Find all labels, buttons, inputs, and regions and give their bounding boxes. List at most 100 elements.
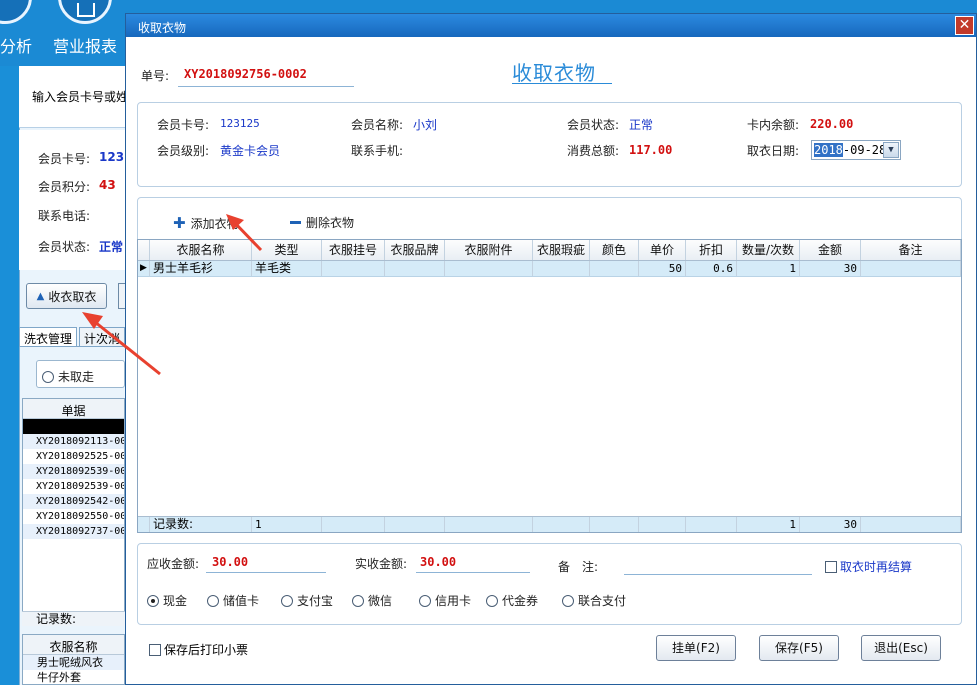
- item-list-row[interactable]: 牛仔外套: [23, 670, 124, 685]
- payment-option-label: 微信: [368, 594, 393, 608]
- item-list[interactable]: 衣服名称 男士呢绒风衣 牛仔外套: [22, 634, 125, 685]
- order-list-item[interactable]: XY2018092113-00: [23, 419, 124, 434]
- bg-card-label: 会员卡号:: [38, 152, 91, 166]
- cell-amount[interactable]: 30: [800, 261, 861, 276]
- column-header[interactable]: 单价: [639, 240, 686, 260]
- tab-count-consume[interactable]: 计次消: [79, 327, 125, 347]
- payment-option-label: 代金券: [502, 594, 539, 608]
- arrow-up-icon: ▲: [36, 290, 45, 302]
- tab-wash-management[interactable]: 洗衣管理: [19, 327, 78, 347]
- note-input[interactable]: [624, 574, 812, 575]
- bg-points-label: 会员积分:: [38, 180, 91, 194]
- received-underline: [416, 572, 530, 573]
- cell-discount[interactable]: 0.6: [686, 261, 737, 276]
- grid-header: 衣服名称 类型 衣服挂号 衣服品牌 衣服附件 衣服瑕疵 颜色 单价 折扣 数量/次数 金额 备注: [138, 240, 961, 261]
- member-name-value: 小刘: [413, 118, 438, 132]
- dialog-titlebar: 收取衣物 ✕: [126, 14, 976, 37]
- footer-empty: [861, 517, 961, 532]
- print-receipt-checkbox[interactable]: 保存后打印小票: [149, 641, 248, 658]
- payment-option[interactable]: 联合支付: [562, 592, 626, 609]
- cell-tag[interactable]: [322, 261, 385, 276]
- settle-later-checkbox[interactable]: 取衣时再结算: [825, 558, 912, 575]
- order-list-item[interactable]: XY2018092113-00: [23, 434, 124, 449]
- payment-option[interactable]: 代金券: [486, 592, 538, 609]
- payment-option[interactable]: 储值卡: [207, 592, 259, 609]
- order-number-value: XY2018092756-0002: [184, 67, 307, 81]
- grid-footer: 记录数: 1 1 30: [138, 516, 961, 532]
- cell-name[interactable]: 男士羊毛衫: [150, 261, 252, 276]
- search-hint[interactable]: 输入会员卡号或姓: [32, 88, 128, 105]
- clothes-grid[interactable]: 衣服名称 类型 衣服挂号 衣服品牌 衣服附件 衣服瑕疵 颜色 单价 折扣 数量/次数 金额 备注 ▶ …: [137, 239, 962, 533]
- radio-not-taken[interactable]: 未取走: [42, 368, 94, 385]
- footer-empty: [385, 517, 445, 532]
- column-header[interactable]: 颜色: [590, 240, 639, 260]
- column-header[interactable]: 衣服名称: [150, 240, 252, 260]
- member-name-label: 会员名称:: [351, 118, 404, 132]
- column-header[interactable]: 衣服挂号: [322, 240, 385, 260]
- pickup-date-picker[interactable]: 2018-09-28 ▼: [811, 140, 901, 160]
- chevron-down-icon[interactable]: ▼: [883, 142, 899, 158]
- grid-row[interactable]: ▶ 男士羊毛衫 羊毛类 50 0.6 1 30: [138, 261, 961, 277]
- save-button[interactable]: 保存(F5): [759, 635, 839, 661]
- cell-qty[interactable]: 1: [737, 261, 800, 276]
- column-header[interactable]: 衣服品牌: [385, 240, 445, 260]
- footer-amount: 30: [800, 517, 861, 532]
- radio-circle-icon: [562, 594, 574, 607]
- cell-price[interactable]: 50: [639, 261, 686, 276]
- receivable-label: 应收金额:: [147, 557, 200, 571]
- order-list-item[interactable]: XY2018092737-00: [23, 524, 124, 539]
- pickup-button[interactable]: ▲ 收衣取衣: [26, 283, 107, 309]
- order-list-item[interactable]: XY2018092550-00: [23, 509, 124, 524]
- radio-circle-icon: [147, 594, 159, 607]
- cell-accessory[interactable]: [445, 261, 533, 276]
- payment-option-label: 联合支付: [578, 594, 627, 608]
- nav-analysis-label: 分析: [0, 37, 33, 56]
- nav-report-label[interactable]: 营业报表: [53, 33, 117, 57]
- payment-option[interactable]: 支付宝: [281, 592, 333, 609]
- received-value[interactable]: 30.00: [420, 555, 456, 569]
- order-list-item[interactable]: XY2018092539-00: [23, 479, 124, 494]
- column-header[interactable]: 折扣: [686, 240, 737, 260]
- member-status-value: 正常: [629, 118, 654, 132]
- pickup-button-label: 收衣取衣: [48, 289, 97, 304]
- column-header[interactable]: 备注: [861, 240, 961, 260]
- order-list-item[interactable]: XY2018092539-00: [23, 464, 124, 479]
- payment-option-label: 支付宝: [297, 594, 334, 608]
- cell-color[interactable]: [590, 261, 639, 276]
- item-list-row[interactable]: 男士呢绒风衣: [23, 655, 124, 670]
- column-header[interactable]: 衣服瑕疵: [533, 240, 590, 260]
- bg-points-value: 43: [99, 178, 116, 192]
- payment-option[interactable]: 现金: [147, 592, 187, 609]
- bg-status-label: 会员状态:: [38, 240, 91, 254]
- order-list-item[interactable]: XY2018092542-00: [23, 494, 124, 509]
- radio-circle-icon: [281, 594, 293, 607]
- order-number-underline: [178, 86, 354, 87]
- add-clothes-button[interactable]: ✚ 添加衣物: [173, 214, 239, 232]
- column-header[interactable]: 金额: [800, 240, 861, 260]
- pickup-date-label: 取衣日期:: [747, 144, 800, 158]
- payment-option[interactable]: 微信: [352, 592, 392, 609]
- delete-clothes-button[interactable]: 删除衣物: [290, 214, 354, 231]
- close-icon[interactable]: ✕: [955, 16, 974, 35]
- footer-indicator: [138, 517, 150, 532]
- hang-order-button[interactable]: 挂单(F2): [656, 635, 736, 661]
- heading-underline: [512, 83, 612, 84]
- cell-remark[interactable]: [861, 261, 961, 276]
- order-list[interactable]: 单据 XY2018092113-00 XY2018092113-00 XY20180…: [22, 398, 125, 626]
- footer-qty: 1: [737, 517, 800, 532]
- radio-circle-icon: [207, 594, 219, 607]
- minus-icon: [290, 221, 301, 224]
- exit-button[interactable]: 退出(Esc): [861, 635, 941, 661]
- cell-type[interactable]: 羊毛类: [252, 261, 322, 276]
- order-list-item[interactable]: XY2018092525-00: [23, 449, 124, 464]
- cell-defect[interactable]: [533, 261, 590, 276]
- column-header[interactable]: 类型: [252, 240, 322, 260]
- bg-status-value: 正常: [99, 240, 124, 254]
- footer-empty: [533, 517, 590, 532]
- column-header[interactable]: 衣服附件: [445, 240, 533, 260]
- column-header[interactable]: 数量/次数: [737, 240, 800, 260]
- bg-tab-strip: 洗衣管理 计次消: [19, 327, 125, 347]
- level-label: 会员级别:: [157, 144, 210, 158]
- payment-option[interactable]: 信用卡: [419, 592, 471, 609]
- cell-brand[interactable]: [385, 261, 445, 276]
